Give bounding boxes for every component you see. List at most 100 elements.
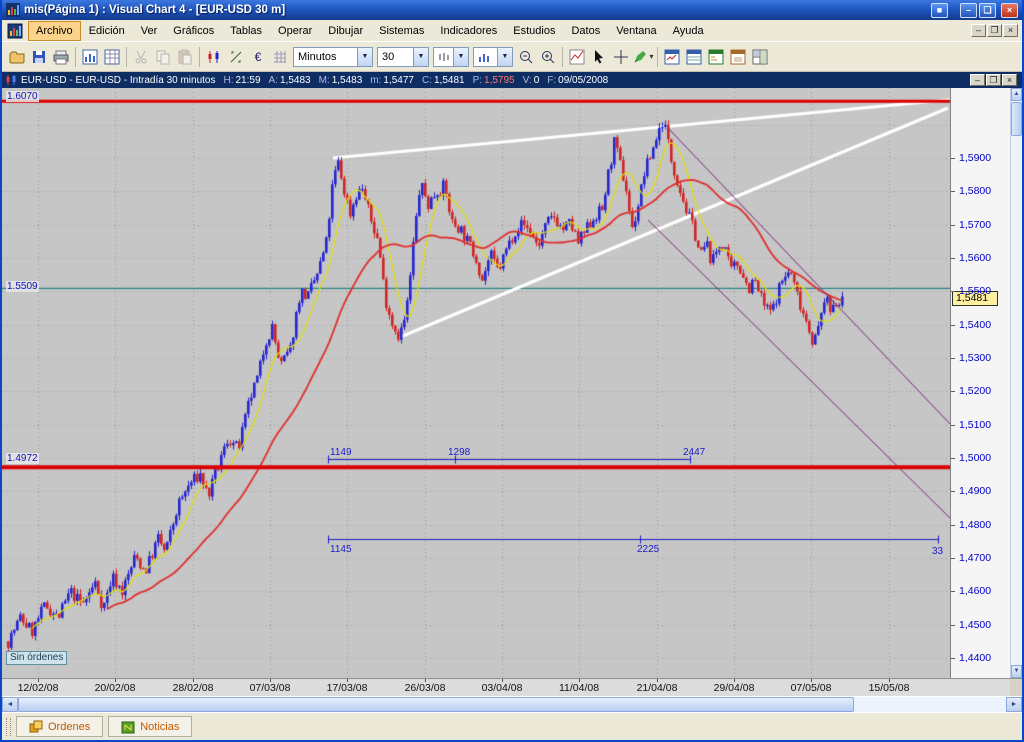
price-tick-label: 1,4400	[959, 652, 991, 664]
scale-button[interactable]	[225, 46, 247, 68]
date-tick-label: 11/04/08	[551, 682, 607, 694]
toolbar-separator	[562, 47, 563, 67]
restore-button[interactable]: ❏	[979, 3, 996, 18]
price-tick-label: 1,5400	[959, 319, 991, 331]
horizontal-scroll-track[interactable]	[854, 697, 1006, 712]
menu-item-ventana[interactable]: Ventana	[608, 21, 664, 41]
mdi-minimize-button[interactable]: –	[971, 24, 986, 37]
chart-minimize-button[interactable]: –	[970, 74, 985, 86]
price-chart-canvas[interactable]	[2, 88, 950, 678]
menu-item-ayuda[interactable]: Ayuda	[665, 21, 712, 41]
chart-header-field: F:09/05/2008	[547, 75, 608, 86]
price-tick-label: 1,5200	[959, 385, 991, 397]
menu-item-archivo[interactable]: Archivo	[28, 21, 81, 41]
chart-restore-button[interactable]: ❐	[986, 74, 1001, 86]
price-axis[interactable]: 1,5481 1,59001,58001,57001,56001,55001,5…	[950, 88, 1010, 678]
chart-body: Sin órdenes 1.60701.55091.49721149129824…	[2, 88, 1022, 678]
new-chart-button[interactable]	[79, 46, 101, 68]
chart-header-field: C:1,5481	[422, 75, 465, 86]
menu-item-graficos[interactable]: Gráficos	[165, 21, 222, 41]
save-desktop-button[interactable]	[727, 46, 749, 68]
paste-button[interactable]	[174, 46, 196, 68]
toolbar-grip[interactable]	[6, 718, 11, 736]
candlestick-type-button[interactable]	[203, 46, 225, 68]
indicator-button[interactable]	[566, 46, 588, 68]
chevron-down-icon: ▾	[649, 52, 653, 61]
horizontal-scrollbar[interactable]: ◄ ►	[2, 696, 1022, 712]
currency-icon[interactable]: €	[247, 46, 269, 68]
price-tick-label: 1,5900	[959, 152, 991, 164]
interval-combo[interactable]: 30 ▼	[377, 47, 429, 67]
menu-item-dibujar[interactable]: Dibujar	[320, 21, 371, 41]
window-table-button[interactable]	[683, 46, 705, 68]
scroll-left-arrow[interactable]: ◄	[2, 697, 18, 712]
menu-item-indicadores[interactable]: Indicadores	[432, 21, 505, 41]
news-icon	[121, 720, 135, 734]
print-button[interactable]	[50, 46, 72, 68]
price-tick-label: 1,4800	[959, 519, 991, 531]
close-button[interactable]: ×	[1001, 3, 1018, 18]
price-tick-label: 1,5600	[959, 252, 991, 264]
date-tick-label: 15/05/08	[861, 682, 917, 694]
vertical-scroll-thumb[interactable]	[1011, 102, 1022, 136]
menu-item-operar[interactable]: Operar	[270, 21, 320, 41]
minimize-button[interactable]: –	[960, 3, 977, 18]
menu-item-sistemas[interactable]: Sistemas	[371, 21, 432, 41]
chevron-down-icon: ▼	[357, 48, 372, 66]
horizontal-scroll-thumb[interactable]	[18, 697, 854, 712]
compression-combo[interactable]: ▼	[473, 47, 513, 67]
new-table-button[interactable]	[101, 46, 123, 68]
titlebar-extra-button[interactable]: ■	[931, 3, 948, 18]
orders-icon	[29, 720, 43, 734]
grid-toggle-button[interactable]	[269, 46, 291, 68]
mdi-restore-button[interactable]: ❐	[987, 24, 1002, 37]
visual-chart-window: mis(Página 1) : Visual Chart 4 - [EUR-US…	[0, 0, 1024, 742]
candlestick-icon	[5, 74, 17, 86]
open-folder-button[interactable]	[6, 46, 28, 68]
cursor-arrow-icon[interactable]	[588, 46, 610, 68]
copy-button[interactable]	[152, 46, 174, 68]
menu-item-tablas[interactable]: Tablas	[222, 21, 270, 41]
date-axis[interactable]: 12/02/0820/02/0828/02/0807/03/0817/03/08…	[2, 678, 1010, 696]
zoom-out-button[interactable]	[515, 46, 537, 68]
menu-items: ArchivoEdiciónVerGráficosTablasOperarDib…	[28, 21, 971, 41]
chart-plot[interactable]: Sin órdenes 1.60701.55091.49721149129824…	[2, 88, 950, 678]
layout-button[interactable]	[749, 46, 771, 68]
date-tick-label: 28/02/08	[165, 682, 221, 694]
toolbar-separator	[126, 47, 127, 67]
menu-item-ver[interactable]: Ver	[133, 21, 166, 41]
tab-ordenes[interactable]: Ordenes	[16, 716, 103, 737]
vertical-scrollbar[interactable]: ▲ ▼	[1010, 88, 1022, 678]
crosshair-button[interactable]	[610, 46, 632, 68]
window-quotes-button[interactable]	[705, 46, 727, 68]
save-button[interactable]	[28, 46, 50, 68]
mdi-window-buttons: – ❐ ×	[971, 24, 1018, 37]
date-tick-label: 07/03/08	[242, 682, 298, 694]
date-tick-label: 12/02/08	[10, 682, 66, 694]
date-tick-label: 20/02/08	[87, 682, 143, 694]
scroll-down-arrow[interactable]: ▼	[1011, 665, 1022, 678]
menu-item-edicion[interactable]: Edición	[81, 21, 133, 41]
tab-noticias[interactable]: Noticias	[108, 716, 192, 737]
chart-window-buttons: – ❐ ×	[970, 74, 1017, 86]
app-icon	[6, 3, 20, 17]
mdi-close-button[interactable]: ×	[1003, 24, 1018, 37]
scroll-up-arrow[interactable]: ▲	[1011, 88, 1022, 101]
menu-item-datos[interactable]: Datos	[563, 21, 608, 41]
menu-item-estudios[interactable]: Estudios	[505, 21, 563, 41]
date-tick-label: 26/03/08	[397, 682, 453, 694]
window-chart-button[interactable]	[661, 46, 683, 68]
vertical-scroll-track[interactable]	[1011, 136, 1022, 665]
price-tick-label: 1,4700	[959, 552, 991, 564]
chart-close-button[interactable]: ×	[1002, 74, 1017, 86]
scroll-right-arrow[interactable]: ►	[1006, 697, 1022, 712]
chart-header-bar: EUR-USD - EUR-USD - Intradía 30 minutos …	[2, 72, 1022, 88]
draw-pen-button[interactable]: ▾	[632, 46, 654, 68]
zoom-in-button[interactable]	[537, 46, 559, 68]
chart-style-combo[interactable]: ▼	[433, 47, 469, 67]
period-combo[interactable]: Minutos ▼	[293, 47, 373, 67]
chart-header-field: P:1,5795	[473, 75, 515, 86]
window-title: mis(Página 1) : Visual Chart 4 - [EUR-US…	[24, 4, 931, 16]
cut-button[interactable]	[130, 46, 152, 68]
chevron-down-icon: ▼	[453, 48, 468, 66]
